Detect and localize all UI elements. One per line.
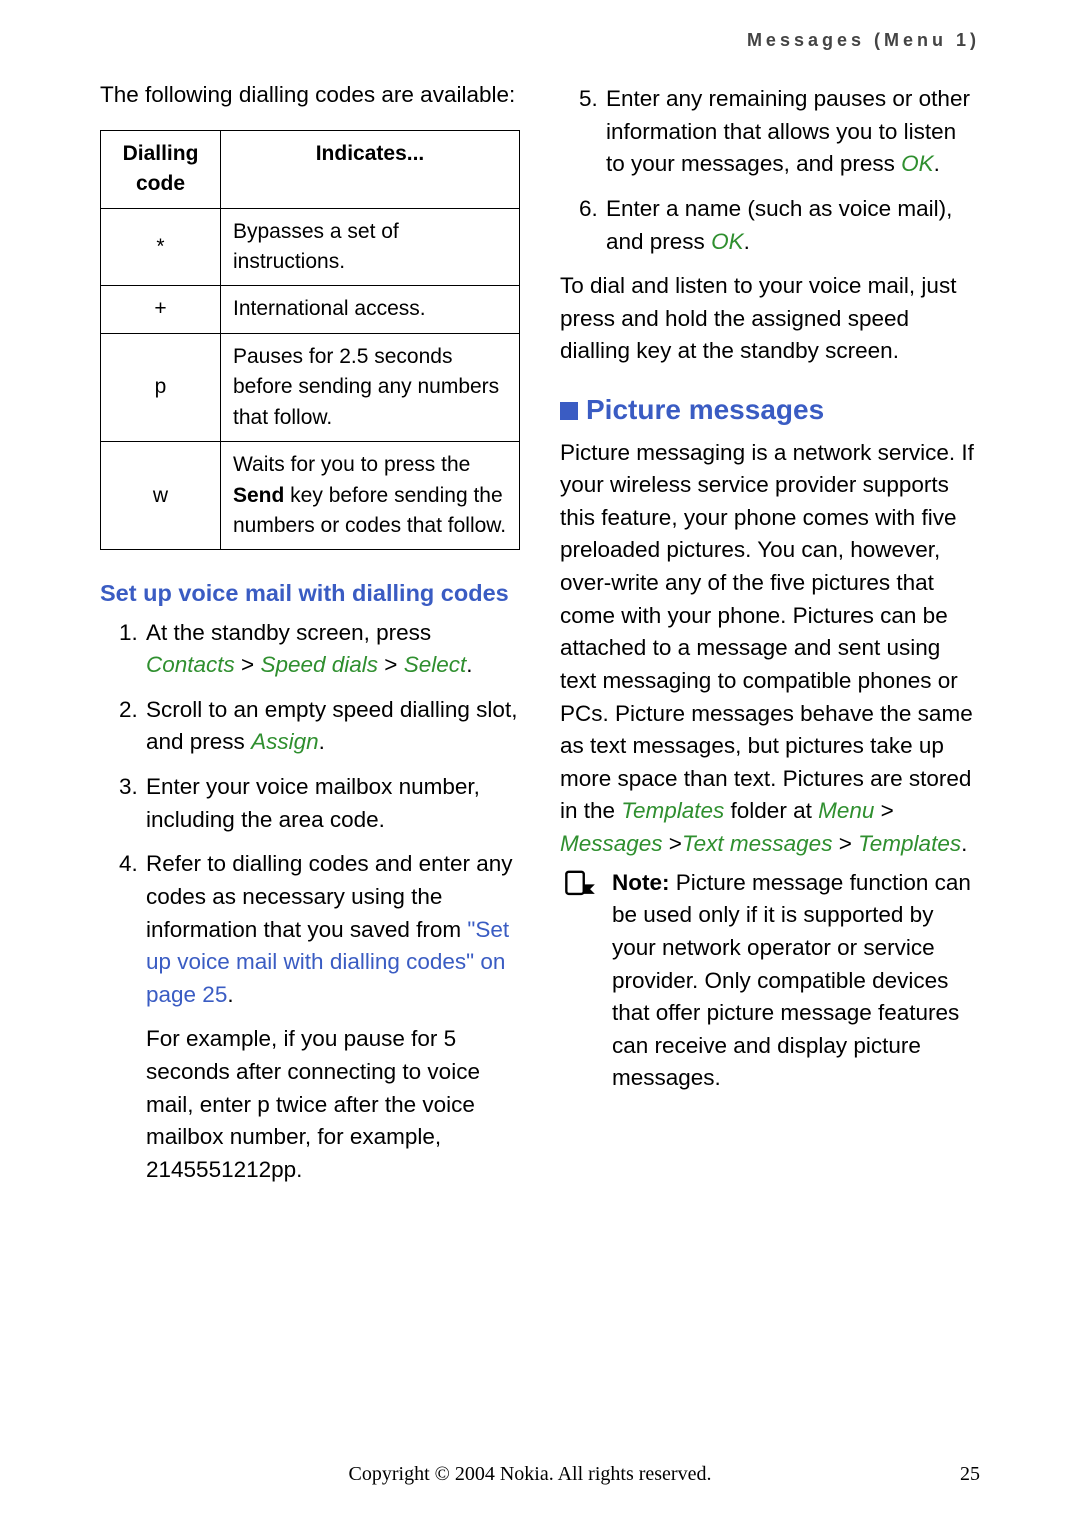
left-column: The following dialling codes are availab… (100, 79, 520, 1199)
list-item: Scroll to an empty speed dialling slot, … (144, 694, 520, 759)
th-indicates: Indicates... (221, 130, 520, 208)
page-header: Messages (Menu 1) (100, 30, 980, 51)
table-row: * Bypasses a set of instructions. (101, 208, 520, 286)
example-text: For example, if you pause for 5 seconds … (146, 1023, 520, 1186)
dialling-codes-table: Dialling code Indicates... * Bypasses a … (100, 130, 520, 551)
code-cell: w (101, 442, 221, 550)
desc-cell: Bypasses a set of instructions. (221, 208, 520, 286)
list-item: Enter your voice mailbox number, includi… (144, 771, 520, 836)
desc-cell: Pauses for 2.5 seconds before sending an… (221, 333, 520, 441)
steps-list-left: At the standby screen, press Contacts > … (100, 617, 520, 1187)
copyright-text: Copyright © 2004 Nokia. All rights reser… (100, 1463, 960, 1486)
th-code: Dialling code (101, 130, 221, 208)
table-row: + International access. (101, 286, 520, 333)
desc-cell: International access. (221, 286, 520, 333)
manual-page: Messages (Menu 1) The following dialling… (0, 0, 1080, 1530)
page-footer: Copyright © 2004 Nokia. All rights reser… (100, 1463, 980, 1486)
note-icon (560, 867, 600, 1095)
code-cell: * (101, 208, 221, 286)
page-number: 25 (960, 1463, 980, 1486)
list-item: Refer to dialling codes and enter any co… (144, 848, 520, 1186)
code-cell: + (101, 286, 221, 333)
table-row: p Pauses for 2.5 seconds before sending … (101, 333, 520, 441)
intro-text: The following dialling codes are availab… (100, 79, 520, 112)
desc-cell: Waits for you to press the Send key befo… (221, 442, 520, 550)
list-item: Enter any remaining pauses or other info… (604, 83, 980, 181)
note-text: Note: Picture message function can be us… (612, 867, 980, 1095)
subheading-voicemail: Set up voice mail with dialling codes (100, 576, 520, 610)
code-cell: p (101, 333, 221, 441)
table-row: w Waits for you to press the Send key be… (101, 442, 520, 550)
list-item: Enter a name (such as voice mail), and p… (604, 193, 980, 258)
steps-list-right: Enter any remaining pauses or other info… (560, 83, 980, 258)
square-bullet-icon (560, 402, 578, 420)
section-heading-picture-messages: Picture messages (560, 390, 980, 431)
paragraph: To dial and listen to your voice mail, j… (560, 270, 980, 368)
note-block: Note: Picture message function can be us… (560, 867, 980, 1095)
right-column: Enter any remaining pauses or other info… (560, 79, 980, 1199)
picture-messages-paragraph: Picture messaging is a network service. … (560, 437, 980, 861)
list-item: At the standby screen, press Contacts > … (144, 617, 520, 682)
column-layout: The following dialling codes are availab… (100, 79, 980, 1199)
